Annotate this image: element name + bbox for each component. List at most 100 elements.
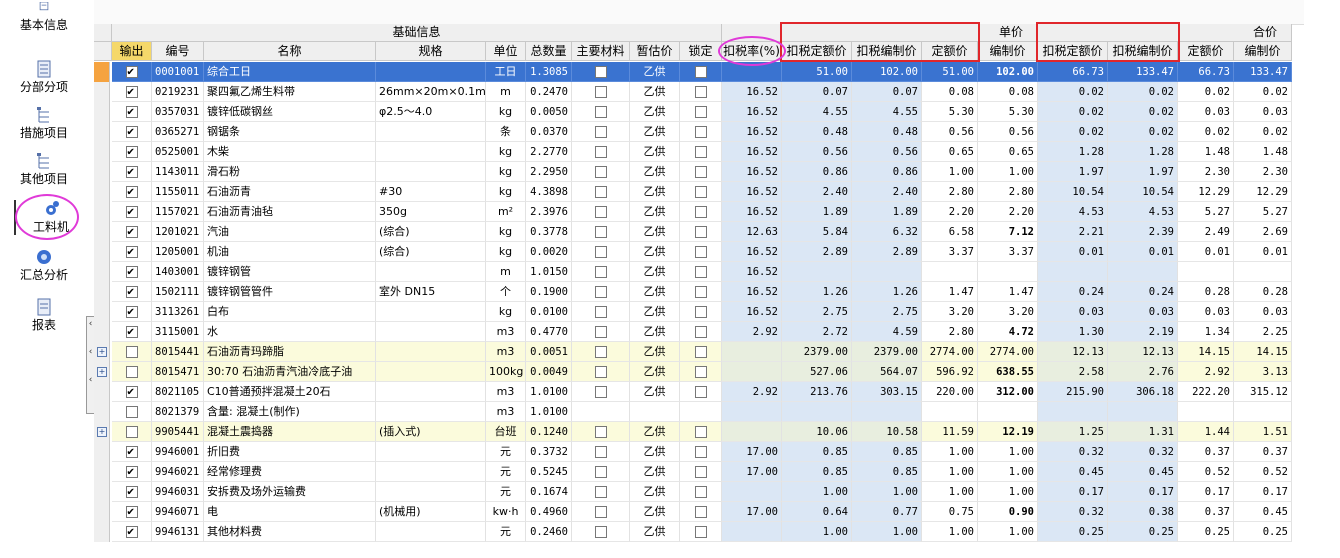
cell-lock[interactable] [680,282,722,302]
cell-output[interactable] [112,62,152,82]
cell-lock[interactable] [680,402,722,422]
nav-item-basic-info[interactable]: 基本信息 [0,2,88,33]
column-header-lock[interactable]: 锁定 [680,42,722,61]
row-indicator[interactable] [94,182,110,202]
cell-main-material[interactable] [572,182,630,202]
cell-lock[interactable] [680,82,722,102]
table-row[interactable]: 0001001综合工日工日1.3085乙供51.00102.0051.00102… [94,62,1304,82]
column-header-main-material[interactable]: 主要材料 [572,42,630,61]
row-indicator[interactable] [94,62,110,82]
cell-output[interactable] [112,362,152,382]
table-row[interactable]: 9946021经常修理费元0.5245乙供17.000.850.851.001.… [94,462,1304,482]
row-indicator[interactable] [94,202,110,222]
cell-main-material[interactable] [572,102,630,122]
row-indicator[interactable] [94,482,110,502]
checkbox-main-material[interactable] [594,366,607,378]
checkbox-lock[interactable] [694,166,707,178]
cell-main-material[interactable] [572,502,630,522]
table-row[interactable]: 0365271钢锯条条0.0370乙供16.520.480.480.560.56… [94,122,1304,142]
cell-lock[interactable] [680,422,722,442]
checkbox-output[interactable] [125,463,138,481]
checkbox-lock[interactable] [694,246,707,258]
expand-icon[interactable]: + [97,347,107,357]
row-indicator[interactable] [94,162,110,182]
row-indicator[interactable] [94,82,110,102]
checkbox-output[interactable] [125,143,138,161]
cell-output[interactable] [112,182,152,202]
nav-item-reports[interactable]: 报表 [0,298,88,333]
checkbox-main-material[interactable] [594,166,607,178]
column-header-total-quota[interactable]: 定额价 [1178,42,1234,61]
cell-lock[interactable] [680,362,722,382]
cell-lock[interactable] [680,202,722,222]
column-header-estimate[interactable]: 暂估价 [630,42,680,61]
table-row[interactable]: 9946131其他材料费元0.2460乙供1.001.001.001.000.2… [94,522,1304,542]
cell-lock[interactable] [680,242,722,262]
column-header-unit[interactable]: 单位 [486,42,526,61]
cell-output[interactable] [112,242,152,262]
checkbox-output[interactable] [125,303,138,321]
cell-main-material[interactable] [572,82,630,102]
checkbox-output[interactable] [125,346,138,358]
cell-output[interactable] [112,142,152,162]
checkbox-main-material[interactable] [594,86,607,98]
nav-item-measures[interactable]: 措施项目 [0,106,88,141]
checkbox-lock[interactable] [694,366,707,378]
table-row[interactable]: 9946071电(机械用)kw·h0.4960乙供17.000.640.770.… [94,502,1304,522]
table-row[interactable]: 3113261白布kg0.0100乙供16.522.752.753.203.20… [94,302,1304,322]
checkbox-main-material[interactable] [594,506,607,518]
cell-lock[interactable] [680,442,722,462]
checkbox-output[interactable] [125,406,138,418]
checkbox-output[interactable] [125,103,138,121]
cell-output[interactable] [112,262,152,282]
cell-output[interactable] [112,462,152,482]
cell-lock[interactable] [680,182,722,202]
checkbox-lock[interactable] [694,386,707,398]
nav-item-divisions[interactable]: 分部分项 [0,60,88,95]
checkbox-lock[interactable] [694,286,707,298]
checkbox-main-material[interactable] [594,106,607,118]
cell-output[interactable] [112,402,152,422]
cell-lock[interactable] [680,102,722,122]
cell-output[interactable] [112,382,152,402]
row-indicator[interactable] [94,442,110,462]
checkbox-lock[interactable] [694,186,707,198]
table-row[interactable]: 3115001水m30.4770乙供2.922.724.592.804.721.… [94,322,1304,342]
table-row[interactable]: 1502111镀锌钢管管件室外 DN15个0.1900乙供16.521.261.… [94,282,1304,302]
checkbox-output[interactable] [125,443,138,461]
table-row[interactable]: +8015441 石油沥青玛蹄脂 m3 0.0051 乙供 2379.00 2379.00 2… [94,342,1304,362]
cell-lock[interactable] [680,162,722,182]
row-indicator[interactable] [94,262,110,282]
row-indicator[interactable] [94,302,110,322]
checkbox-lock[interactable] [694,426,707,438]
checkbox-lock[interactable] [694,346,707,358]
row-indicator[interactable] [94,122,110,142]
checkbox-lock[interactable] [694,326,707,338]
cell-main-material[interactable] [572,142,630,162]
column-header-unit-budget[interactable]: 编制价 [978,42,1038,61]
checkbox-main-material[interactable] [594,246,607,258]
checkbox-lock[interactable] [694,66,707,78]
row-indicator[interactable] [94,282,110,302]
cell-main-material[interactable] [572,402,630,422]
checkbox-main-material[interactable] [594,486,607,498]
row-indicator[interactable] [94,242,110,262]
cell-main-material[interactable] [572,482,630,502]
column-header-code[interactable]: 编号 [152,42,204,61]
checkbox-main-material[interactable] [594,346,607,358]
cell-output[interactable] [112,202,152,222]
expand-icon[interactable]: + [97,427,107,437]
cell-output[interactable] [112,82,152,102]
row-indicator[interactable] [94,222,110,242]
cell-output[interactable] [112,482,152,502]
cell-output[interactable] [112,322,152,342]
table-row[interactable]: 1155011石油沥青#30kg4.3898乙供16.522.402.402.8… [94,182,1304,202]
checkbox-main-material[interactable] [594,226,607,238]
cell-output[interactable] [112,442,152,462]
checkbox-output[interactable] [125,383,138,401]
cell-lock[interactable] [680,382,722,402]
checkbox-lock[interactable] [694,226,707,238]
checkbox-main-material[interactable] [594,66,607,78]
checkbox-output[interactable] [125,243,138,261]
row-indicator[interactable]: + [94,342,110,362]
